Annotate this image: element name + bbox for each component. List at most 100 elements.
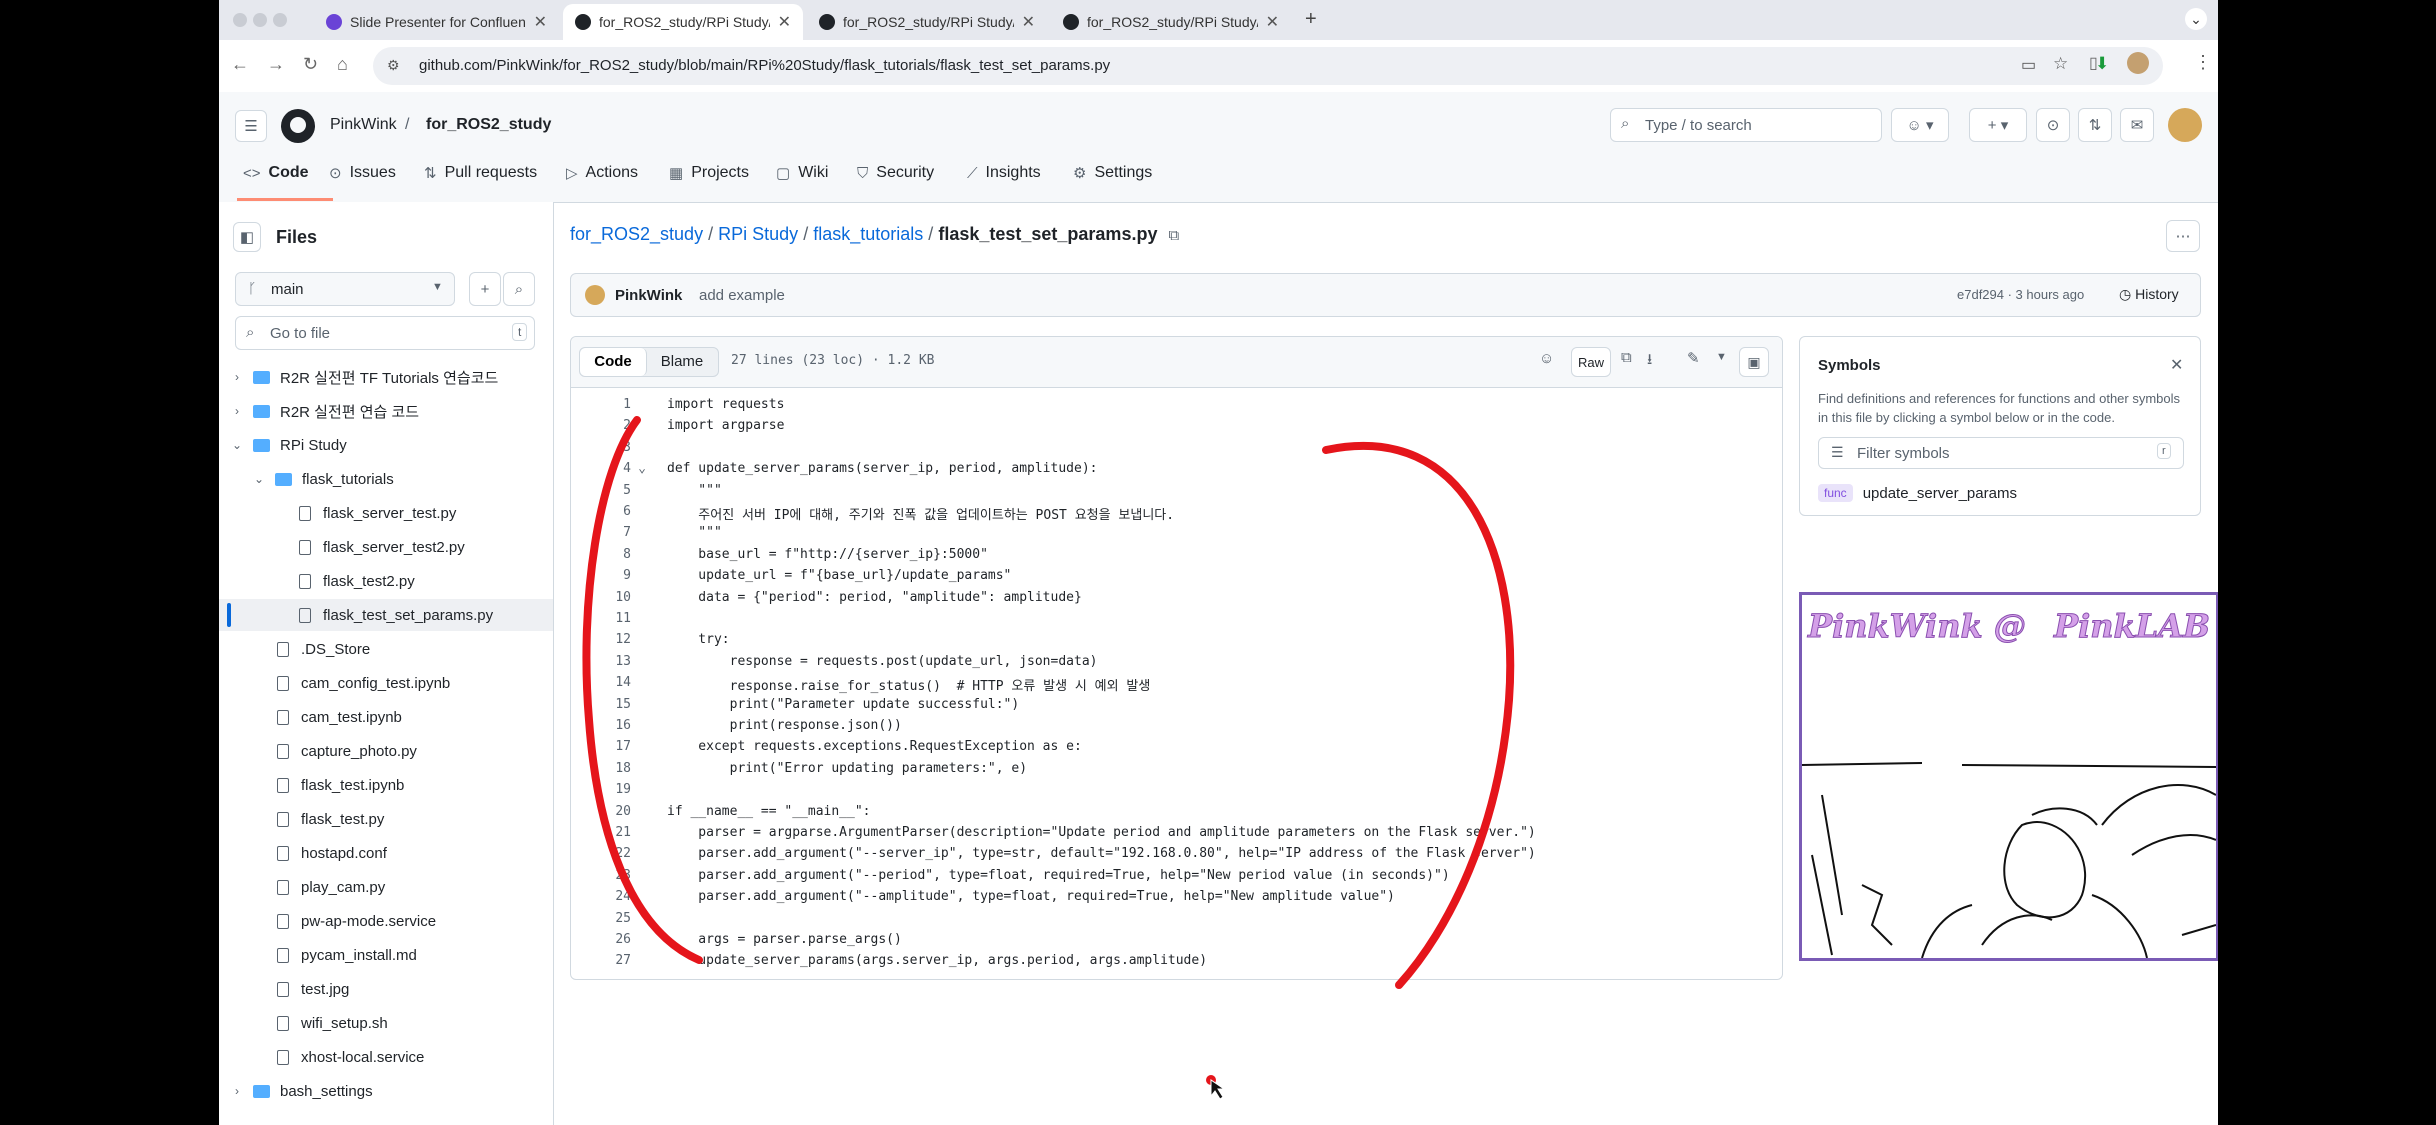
symbols-panel-toggle[interactable]: ▣ — [1739, 347, 1769, 377]
search-files-button[interactable]: ⌕ — [503, 272, 535, 306]
line-number[interactable]: 9 — [571, 568, 631, 583]
line-number[interactable]: 8 — [571, 547, 631, 562]
breadcrumb-folder-link[interactable]: RPi Study — [718, 224, 798, 244]
tree-file[interactable]: flask_test.ipynb — [219, 769, 553, 801]
go-to-file-input[interactable]: ⌕ Go to file t — [235, 316, 535, 350]
tab-search-button[interactable]: ⌄ — [2185, 8, 2207, 30]
commit-sha-time[interactable]: e7df294 · 3 hours ago — [1957, 287, 2084, 302]
line-number[interactable]: 24 — [571, 889, 631, 904]
tree-folder[interactable]: › R2R 실전편 TF Tutorials 연습코드 — [219, 361, 553, 393]
line-number[interactable]: 13 — [571, 654, 631, 669]
tab-wiki[interactable]: ▢ Wiki — [776, 164, 828, 182]
line-number[interactable]: 12 — [571, 632, 631, 647]
hamburger-menu-button[interactable]: ☰ — [235, 110, 267, 142]
chevron-icon[interactable]: › — [229, 404, 245, 418]
chevron-icon[interactable]: ⌄ — [251, 472, 267, 486]
back-icon[interactable]: ← — [231, 54, 249, 75]
tree-folder[interactable]: › bash_settings — [219, 1075, 553, 1107]
browser-tab-1[interactable]: Slide Presenter for Confluence ✕ — [314, 4, 559, 40]
breadcrumb-repo-link[interactable]: for_ROS2_study — [570, 224, 703, 244]
line-number[interactable]: 19 — [571, 782, 631, 797]
tree-file[interactable]: .DS_Store — [219, 633, 553, 665]
tab-close-icon[interactable]: ✕ — [534, 12, 547, 32]
copy-raw-icon[interactable]: ⧉ — [1621, 349, 1632, 366]
breadcrumb-folder-link[interactable]: flask_tutorials — [813, 224, 923, 244]
copy-path-icon[interactable]: ⧉ — [1168, 227, 1179, 244]
browser-tab-2[interactable]: for_ROS2_study/RPi Study/fla ✕ — [563, 4, 803, 40]
line-number[interactable]: 3 — [571, 440, 631, 455]
browser-tab-3[interactable]: for_ROS2_study/RPi Study/fla ✕ — [807, 4, 1047, 40]
line-number[interactable]: 5 — [571, 483, 631, 498]
inbox-icon[interactable]: ✉ — [2120, 108, 2154, 142]
raw-button[interactable]: Raw — [1571, 347, 1611, 377]
line-number[interactable]: 17 — [571, 739, 631, 754]
history-button[interactable]: ◷ History — [2119, 286, 2179, 303]
forward-icon[interactable]: → — [267, 54, 285, 75]
tree-file[interactable]: play_cam.py — [219, 871, 553, 903]
issues-icon[interactable]: ⊙ — [2036, 108, 2070, 142]
tab-insights[interactable]: ⟋ Insights — [967, 164, 1041, 182]
line-number[interactable]: 1 — [571, 397, 631, 412]
line-number[interactable]: 18 — [571, 761, 631, 776]
reload-icon[interactable]: ↻ — [303, 54, 318, 75]
user-avatar[interactable] — [2168, 108, 2202, 142]
blame-view-button[interactable]: Blame — [646, 348, 718, 376]
tab-pull-requests[interactable]: ⇅ Pull requests — [424, 164, 537, 182]
window-close-dot[interactable] — [233, 13, 247, 27]
tab-settings[interactable]: ⚙ Settings — [1073, 164, 1152, 182]
tree-file[interactable]: flask_test.py — [219, 803, 553, 835]
tree-folder[interactable]: › R2R 실전편 연습 코드 — [219, 395, 553, 427]
edit-pencil-icon[interactable]: ✎ — [1687, 349, 1700, 367]
tree-file[interactable]: capture_photo.py — [219, 735, 553, 767]
commit-message[interactable]: add example — [699, 287, 785, 304]
profile-avatar[interactable] — [2127, 52, 2149, 74]
author-avatar[interactable] — [585, 285, 605, 305]
search-input[interactable]: ⌕ Type / to search — [1610, 108, 1882, 142]
tab-close-icon[interactable]: ✕ — [1266, 12, 1279, 32]
line-number[interactable]: 15 — [571, 697, 631, 712]
address-bar[interactable]: ⚙ github.com/PinkWink/for_ROS2_study/blo… — [373, 47, 2163, 85]
tree-file[interactable]: pw-ap-mode.service — [219, 905, 553, 937]
github-logo-icon[interactable] — [281, 109, 315, 143]
download-raw-icon[interactable]: ⭳ — [1647, 349, 1652, 374]
tab-close-icon[interactable]: ✕ — [1022, 12, 1035, 32]
close-icon[interactable]: ✕ — [2170, 355, 2183, 375]
line-number[interactable]: 16 — [571, 718, 631, 733]
copilot-button[interactable]: ☺ ▾ — [1891, 108, 1949, 142]
tree-file[interactable]: wifi_setup.sh — [219, 1007, 553, 1039]
add-file-button[interactable]: + — [469, 272, 501, 306]
line-number[interactable]: 20 — [571, 804, 631, 819]
chevron-icon[interactable]: › — [229, 1084, 245, 1098]
site-settings-icon[interactable]: ⚙ — [387, 57, 400, 74]
line-number[interactable]: 11 — [571, 611, 631, 626]
line-number[interactable]: 27 — [571, 953, 631, 968]
line-number[interactable]: 2 — [571, 418, 631, 433]
line-number[interactable]: 10 — [571, 590, 631, 605]
line-number[interactable]: 4 — [571, 461, 631, 476]
window-minimize-dot[interactable] — [253, 13, 267, 27]
url-text[interactable]: github.com/PinkWink/for_ROS2_study/blob/… — [419, 57, 1110, 74]
collapse-sidebar-icon[interactable]: ◧ — [233, 222, 261, 252]
chevron-icon[interactable]: ⌄ — [229, 438, 245, 452]
line-number[interactable]: 6 — [571, 504, 631, 519]
browser-menu-icon[interactable]: ⋮ — [2194, 52, 2212, 73]
line-number[interactable]: 14 — [571, 675, 631, 690]
cast-icon[interactable]: ▭ — [2021, 55, 2036, 75]
tree-file[interactable]: xhost-local.service — [219, 1041, 553, 1073]
line-number[interactable]: 26 — [571, 932, 631, 947]
edit-chevron-down-icon[interactable]: ▼ — [1716, 351, 1727, 363]
tree-file[interactable]: flask_server_test.py — [219, 497, 553, 529]
line-number[interactable]: 23 — [571, 868, 631, 883]
more-options-button[interactable]: ⋯ — [2166, 220, 2200, 252]
tree-folder[interactable]: ⌄ flask_tutorials — [219, 463, 553, 495]
repo-name-link[interactable]: for_ROS2_study — [426, 116, 551, 134]
chevron-icon[interactable]: › — [229, 370, 245, 384]
side-panel-icon[interactable]: ▯ — [2089, 53, 2098, 73]
branch-selector[interactable]: ᚴ main ▼ — [235, 272, 455, 306]
pull-requests-icon[interactable]: ⇅ — [2078, 108, 2112, 142]
tree-file[interactable]: test.jpg — [219, 973, 553, 1005]
repo-owner-link[interactable]: PinkWink — [330, 116, 397, 134]
tree-file[interactable]: cam_test.ipynb — [219, 701, 553, 733]
tree-file[interactable]: flask_test_set_params.py — [219, 599, 553, 631]
create-new-button[interactable]: + ▾ — [1969, 108, 2027, 142]
